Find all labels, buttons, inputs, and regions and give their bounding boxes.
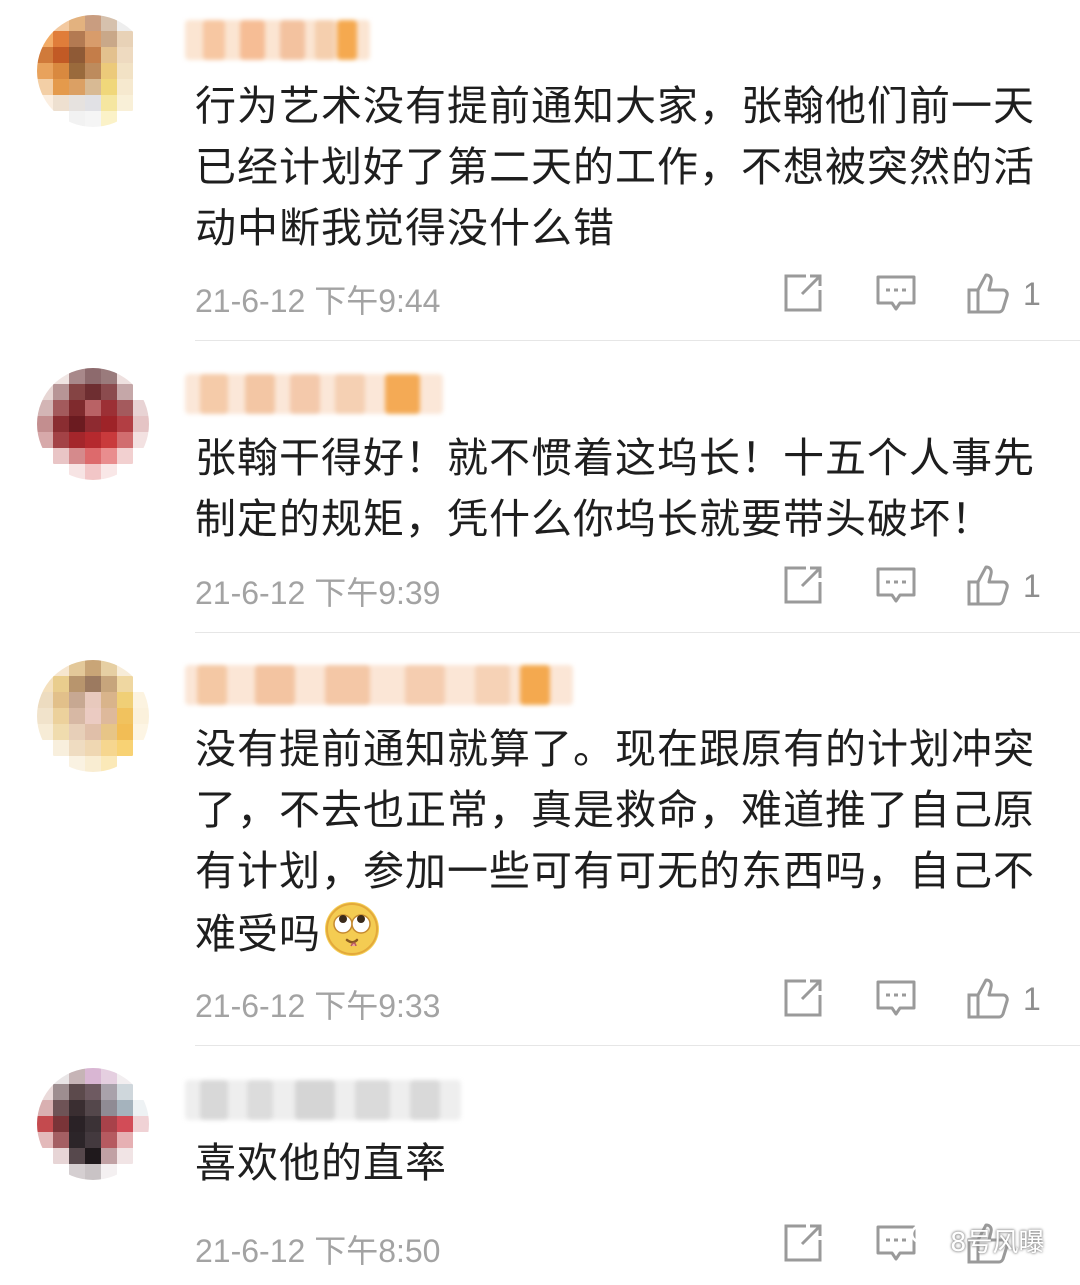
comment-meta: 21-6-12 下午9:39 1 xyxy=(195,562,1050,612)
eye-roll-emoji xyxy=(325,902,379,956)
wechat-icon xyxy=(910,1222,944,1259)
comment-time: 21-6-12 下午9:33 xyxy=(195,988,441,1024)
comment-time: 21-6-12 下午9:44 xyxy=(195,283,441,319)
share-icon[interactable] xyxy=(780,975,826,1021)
divider xyxy=(195,1045,1080,1046)
username-blurred[interactable] xyxy=(185,374,443,414)
like-count: 1 xyxy=(1023,276,1041,312)
share-icon[interactable] xyxy=(780,562,826,608)
comment-time: 21-6-12 下午9:39 xyxy=(195,575,441,611)
watermark-label: 8号风曝 xyxy=(950,1227,1045,1258)
comment-text: 喜欢他的直率 xyxy=(195,1139,447,1187)
avatar[interactable] xyxy=(37,660,149,772)
comment-text-body: 没有提前通知就算了。现在跟原有的计划冲突了，不去也正常，真是救命，难道推了自己原… xyxy=(195,725,1035,958)
avatar[interactable] xyxy=(37,368,149,480)
comment-icon[interactable] xyxy=(873,975,919,1021)
thumbs-up-icon[interactable] xyxy=(965,562,1011,608)
thumbs-up-icon[interactable] xyxy=(965,270,1011,316)
divider xyxy=(195,340,1080,341)
comment-text: 没有提前通知就算了。现在跟原有的计划冲突了，不去也正常，真是救命，难道推了自己原… xyxy=(195,719,1055,965)
like-count: 1 xyxy=(1023,568,1041,604)
like-count: 1 xyxy=(1023,981,1041,1017)
divider xyxy=(195,632,1080,633)
comment-icon[interactable] xyxy=(873,270,919,316)
username-blurred[interactable] xyxy=(185,665,573,705)
watermark: 8号风曝 xyxy=(910,1220,1045,1260)
username-blurred[interactable] xyxy=(185,20,370,60)
comment-icon[interactable] xyxy=(873,562,919,608)
avatar[interactable] xyxy=(37,15,149,127)
share-icon[interactable] xyxy=(780,1220,826,1266)
share-icon[interactable] xyxy=(780,270,826,316)
username-blurred[interactable] xyxy=(185,1080,461,1120)
comment-meta: 21-6-12 下午9:44 1 xyxy=(195,270,1050,320)
comment-time: 21-6-12 下午8:50 xyxy=(195,1233,441,1269)
comment-text: 张翰干得好！就不惯着这坞长！十五个人事先制定的规矩，凭什么你坞长就要带头破坏！ xyxy=(195,434,1035,543)
thumbs-up-icon[interactable] xyxy=(965,975,1011,1021)
avatar[interactable] xyxy=(37,1068,149,1180)
comment-meta: 21-6-12 下午9:33 1 xyxy=(195,975,1050,1025)
comment-text: 行为艺术没有提前通知大家，张翰他们前一天已经计划好了第二天的工作，不想被突然的活… xyxy=(195,82,1035,252)
